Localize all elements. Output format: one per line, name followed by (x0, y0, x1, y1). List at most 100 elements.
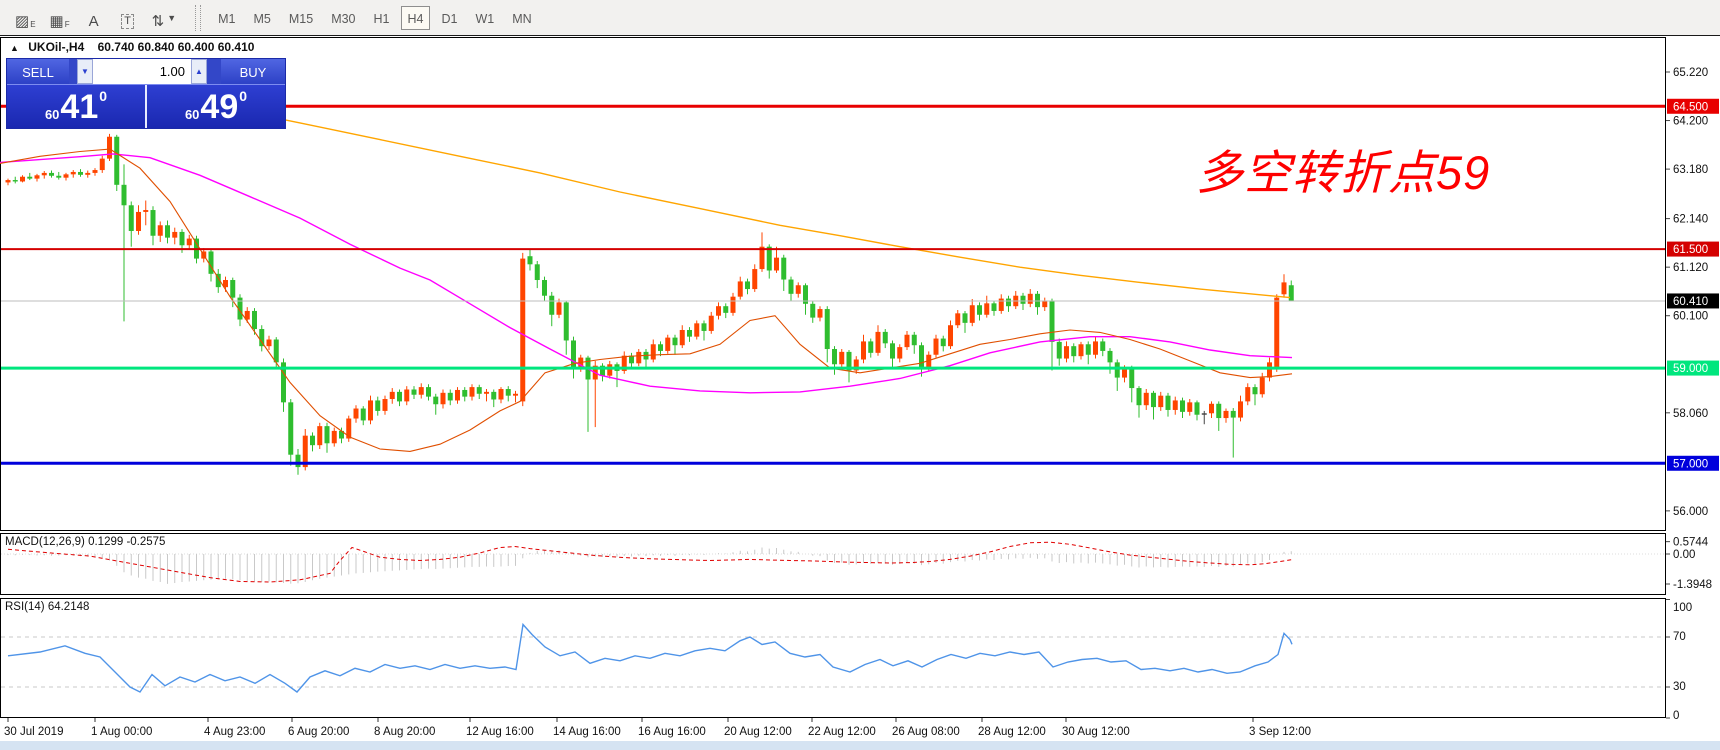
candle-body (723, 306, 728, 313)
buy-button[interactable]: BUY (221, 59, 285, 84)
candle-body (462, 390, 467, 397)
candle-body (310, 436, 315, 446)
candle-body (738, 281, 743, 296)
candle-body (107, 137, 112, 159)
macd-panel[interactable] (1, 534, 1666, 595)
candle-body (818, 309, 823, 318)
candle-body (970, 305, 975, 323)
candle-body (20, 177, 25, 182)
candle-body (1260, 378, 1265, 395)
macd-indicator-label: MACD(12,26,9) 0.1299 -0.2575 (5, 536, 165, 548)
time-tick-label: 22 Aug 12:00 (808, 726, 876, 738)
sell-button[interactable]: SELL (7, 59, 69, 84)
candle-body (636, 352, 641, 363)
candle-body (1115, 362, 1120, 377)
candle-body (383, 399, 388, 411)
candle-body (549, 296, 554, 315)
volume-stepper: ▼ ▲ (77, 59, 207, 84)
candle-body (941, 339, 946, 347)
candle-body (56, 176, 61, 178)
volume-up-icon[interactable]: ▲ (191, 59, 207, 84)
candle-body (1144, 393, 1149, 405)
candle-body (441, 393, 446, 404)
candle-body (876, 332, 881, 353)
candle-body (412, 389, 417, 394)
collapse-icon[interactable]: ▲ (10, 43, 19, 53)
candle-body (810, 304, 815, 318)
candle-body (905, 335, 910, 347)
candle-body (984, 303, 989, 314)
candle-body (78, 172, 83, 175)
candle-body (49, 173, 54, 176)
candle-body (499, 389, 504, 399)
price-tick-label: 60.100 (1673, 311, 1708, 323)
candle-body (1057, 342, 1062, 359)
rsi-axis-label: 30 (1673, 681, 1686, 693)
candle-body (491, 392, 496, 400)
candle-body (1267, 362, 1272, 377)
symbol-header[interactable]: ▲ UKOil-,H4 60.740 60.840 60.400 60.410 (10, 40, 254, 54)
hline-badge-label: 64.500 (1673, 101, 1708, 113)
candle-body (1180, 400, 1185, 411)
rsi-panel[interactable] (1, 599, 1666, 718)
candle-body (731, 297, 736, 313)
time-tick-label: 3 Sep 12:00 (1249, 726, 1311, 738)
candle-body (542, 280, 547, 296)
time-tick-label: 16 Aug 16:00 (638, 726, 706, 738)
candle-body (85, 173, 90, 175)
candle-body (716, 306, 721, 316)
candle-body (151, 210, 156, 236)
candle-body (1224, 411, 1229, 418)
price-tick-label: 56.000 (1673, 506, 1708, 518)
candle-body (114, 137, 119, 185)
candle-body (651, 344, 656, 359)
candle-body (1238, 401, 1243, 417)
candle-body (767, 247, 772, 271)
candle-body (136, 212, 141, 231)
time-tick-label: 6 Aug 20:00 (288, 726, 349, 738)
candle-body (955, 313, 960, 325)
candle-body (629, 356, 634, 364)
time-tick-label: 28 Aug 12:00 (978, 726, 1046, 738)
candle-body (781, 258, 786, 280)
candle-body (832, 349, 837, 364)
ohlc-values: 60.740 60.840 60.400 60.410 (98, 40, 255, 54)
time-axis[interactable]: 30 Jul 20191 Aug 00:004 Aug 23:006 Aug 2… (4, 718, 1311, 738)
candle-body (1071, 346, 1076, 356)
candle-body (1129, 368, 1134, 388)
candle-body (506, 389, 511, 396)
bid-price[interactable]: 60 41 0 (7, 85, 147, 128)
candle-body (484, 392, 489, 394)
candle-body (252, 311, 257, 329)
candle-body (165, 225, 170, 237)
volume-input[interactable] (93, 59, 191, 84)
volume-down-icon[interactable]: ▼ (77, 59, 93, 84)
candle-body (1289, 285, 1294, 301)
time-tick-label: 4 Aug 23:00 (204, 726, 265, 738)
price-axis[interactable]: 65.22064.20063.18062.14061.12060.10058.0… (1666, 67, 1708, 518)
candle-body (354, 409, 359, 419)
candle-body (1137, 388, 1142, 405)
time-tick-label: 30 Jul 2019 (4, 726, 63, 738)
candle-body (100, 159, 105, 170)
ask-price[interactable]: 60 49 0 (147, 85, 285, 128)
price-tick-label: 65.220 (1673, 67, 1708, 79)
candle-body (673, 338, 678, 346)
candle-body (390, 392, 395, 399)
candle-body (230, 280, 235, 298)
candle-body (890, 343, 895, 358)
price-tick-label: 62.140 (1673, 214, 1708, 226)
price-tick-label: 63.180 (1673, 164, 1708, 176)
candle-body (912, 335, 917, 345)
candle-body (42, 173, 47, 175)
candle-body (368, 400, 373, 420)
macd-axis-label: 0.5744 (1673, 537, 1709, 549)
price-tick-label: 61.120 (1673, 262, 1708, 274)
candle-body (172, 232, 177, 238)
candle-body (93, 170, 98, 173)
candle-body (1158, 396, 1163, 407)
candle-body (694, 323, 699, 336)
candle-body (426, 387, 431, 397)
candle-body (209, 251, 214, 273)
candle-body (129, 205, 134, 231)
